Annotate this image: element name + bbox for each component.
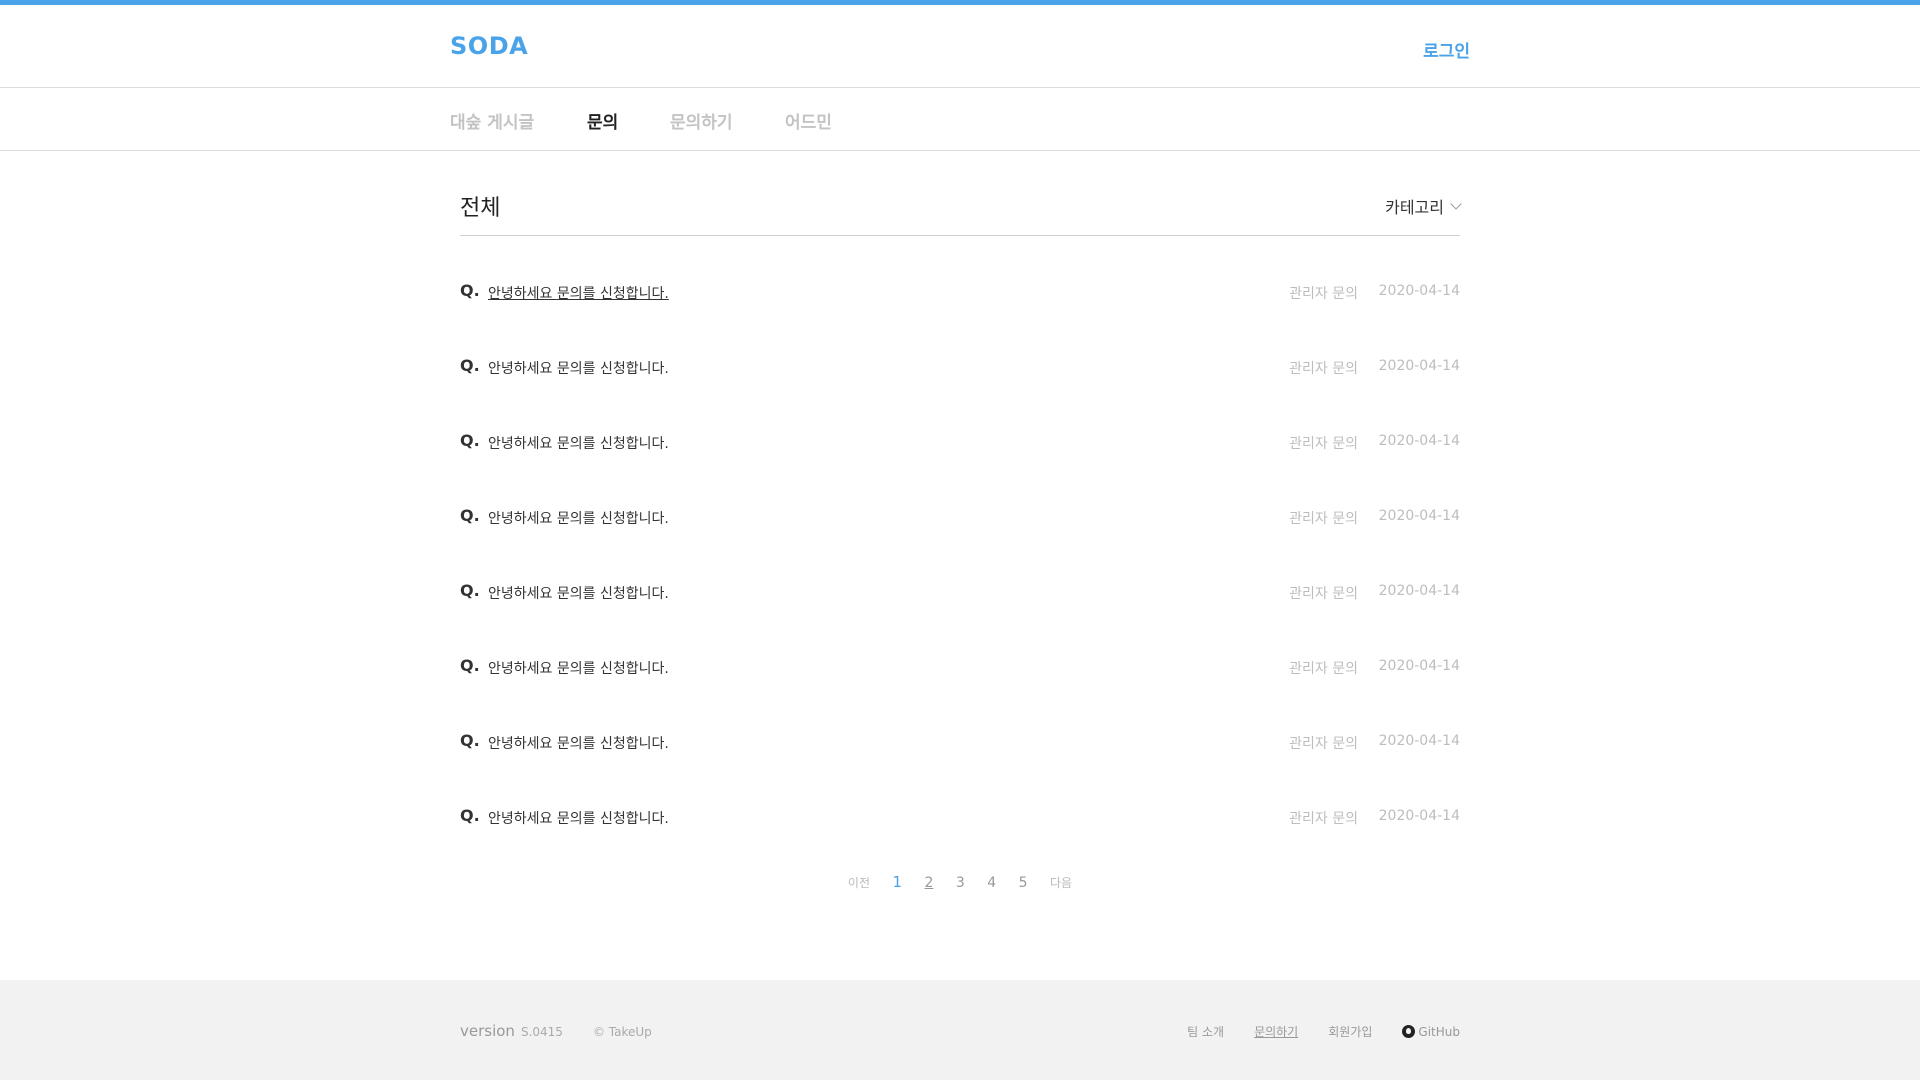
inquiry-title[interactable]: 안녕하세요 문의를 신청합니다.	[488, 733, 669, 753]
inquiry-title[interactable]: 안녕하세요 문의를 신청합니다.	[488, 433, 669, 453]
inquiry-author: 관리자 문의	[1289, 511, 1358, 527]
q-mark: Q.	[460, 656, 480, 675]
login-link[interactable]: 로그인	[1423, 37, 1470, 62]
list-item[interactable]: Q. 안녕하세요 문의를 신청합니다. 관리자 문의 2020-04-14	[460, 785, 1460, 860]
list-item[interactable]: Q. 안녕하세요 문의를 신청합니다. 관리자 문의 2020-04-14	[460, 710, 1460, 785]
pagination: 이전 1 2 3 4 5 다음	[0, 873, 1920, 891]
next-page-button[interactable]: 다음	[1050, 874, 1072, 891]
footer: version S.0415 © TakeUp 팀 소개 문의하기 회원가입 G…	[0, 980, 1920, 1080]
category-dropdown[interactable]: 카테고리	[1385, 194, 1462, 218]
page-button-5[interactable]: 5	[1019, 875, 1028, 891]
list-item[interactable]: Q. 안녕하세요 문의를 신청합니다. 관리자 문의 2020-04-14	[460, 485, 1460, 560]
list-item[interactable]: Q. 안녕하세요 문의를 신청합니다. 관리자 문의 2020-04-14	[460, 560, 1460, 635]
logo[interactable]: SODA	[450, 32, 528, 60]
list-item[interactable]: Q. 안녕하세요 문의를 신청합니다. 관리자 문의 2020-04-14	[460, 335, 1460, 410]
inquiry-author: 관리자 문의	[1289, 586, 1358, 602]
inquiry-title[interactable]: 안녕하세요 문의를 신청합니다.	[488, 658, 669, 678]
inquiry-date: 2020-04-14	[1378, 583, 1460, 599]
inquiry-author: 관리자 문의	[1289, 436, 1358, 452]
inquiry-title[interactable]: 안녕하세요 문의를 신청합니다.	[488, 583, 669, 603]
category-label: 카테고리	[1385, 198, 1444, 217]
inquiry-author: 관리자 문의	[1289, 811, 1358, 827]
inquiry-author: 관리자 문의	[1289, 361, 1358, 377]
list-item[interactable]: Q. 안녕하세요 문의를 신청합니다. 관리자 문의 2020-04-14	[460, 635, 1460, 710]
footer-link-ask[interactable]: 문의하기	[1254, 1023, 1298, 1040]
page-button-1[interactable]: 1	[892, 873, 902, 891]
nav-item-inquiries[interactable]: 문의	[587, 108, 618, 133]
inquiry-date: 2020-04-14	[1378, 733, 1460, 749]
footer-info: version S.0415 © TakeUp	[460, 1022, 652, 1040]
q-mark: Q.	[460, 731, 480, 750]
header: SODA 로그인	[0, 5, 1920, 88]
inquiry-title[interactable]: 안녕하세요 문의를 신청합니다.	[488, 358, 669, 378]
q-mark: Q.	[460, 806, 480, 825]
board-title: 전체	[460, 196, 501, 221]
inquiry-list: Q. 안녕하세요 문의를 신청합니다. 관리자 문의 2020-04-14 Q.…	[460, 260, 1460, 860]
nav-item-bamboo-board[interactable]: 대숲 게시글	[450, 108, 534, 133]
github-link[interactable]: GitHub	[1402, 1025, 1460, 1039]
inquiry-title[interactable]: 안녕하세요 문의를 신청합니다.	[488, 808, 669, 828]
copyright: © TakeUp	[592, 1025, 652, 1039]
list-item[interactable]: Q. 안녕하세요 문의를 신청합니다. 관리자 문의 2020-04-14	[460, 260, 1460, 335]
page-button-4[interactable]: 4	[987, 875, 996, 891]
version-label: version	[460, 1022, 515, 1040]
version-number: S.0415	[520, 1025, 563, 1039]
inquiry-title[interactable]: 안녕하세요 문의를 신청합니다.	[488, 508, 669, 528]
page-button-2[interactable]: 2	[924, 875, 933, 891]
inquiry-author: 관리자 문의	[1289, 736, 1358, 752]
q-mark: Q.	[460, 356, 480, 375]
inquiry-author: 관리자 문의	[1289, 286, 1358, 302]
github-icon	[1402, 1025, 1416, 1038]
q-mark: Q.	[460, 431, 480, 450]
footer-link-signup[interactable]: 회원가입	[1328, 1023, 1372, 1040]
board-header: 전체 카테고리	[460, 190, 1462, 236]
inquiry-title[interactable]: 안녕하세요 문의를 신청합니다.	[488, 283, 669, 303]
inquiry-date: 2020-04-14	[1378, 433, 1460, 449]
nav-item-admin[interactable]: 어드민	[785, 108, 832, 133]
q-mark: Q.	[460, 281, 480, 300]
inquiry-date: 2020-04-14	[1378, 283, 1460, 299]
list-item[interactable]: Q. 안녕하세요 문의를 신청합니다. 관리자 문의 2020-04-14	[460, 410, 1460, 485]
footer-links: 팀 소개 문의하기 회원가입 GitHub	[1187, 1023, 1460, 1040]
github-label: GitHub	[1418, 1024, 1460, 1039]
inquiry-date: 2020-04-14	[1378, 658, 1460, 674]
q-mark: Q.	[460, 506, 480, 525]
inquiry-author: 관리자 문의	[1289, 661, 1358, 677]
footer-link-team[interactable]: 팀 소개	[1187, 1023, 1224, 1040]
inquiry-date: 2020-04-14	[1378, 808, 1460, 824]
nav-item-ask[interactable]: 문의하기	[670, 108, 733, 133]
prev-page-button[interactable]: 이전	[848, 874, 870, 891]
q-mark: Q.	[460, 581, 480, 600]
inquiry-date: 2020-04-14	[1378, 358, 1460, 374]
chevron-down-icon	[1450, 198, 1462, 210]
main-nav: 대숲 게시글 문의 문의하기 어드민	[0, 88, 1920, 151]
page-button-3[interactable]: 3	[956, 875, 965, 891]
inquiry-date: 2020-04-14	[1378, 508, 1460, 524]
